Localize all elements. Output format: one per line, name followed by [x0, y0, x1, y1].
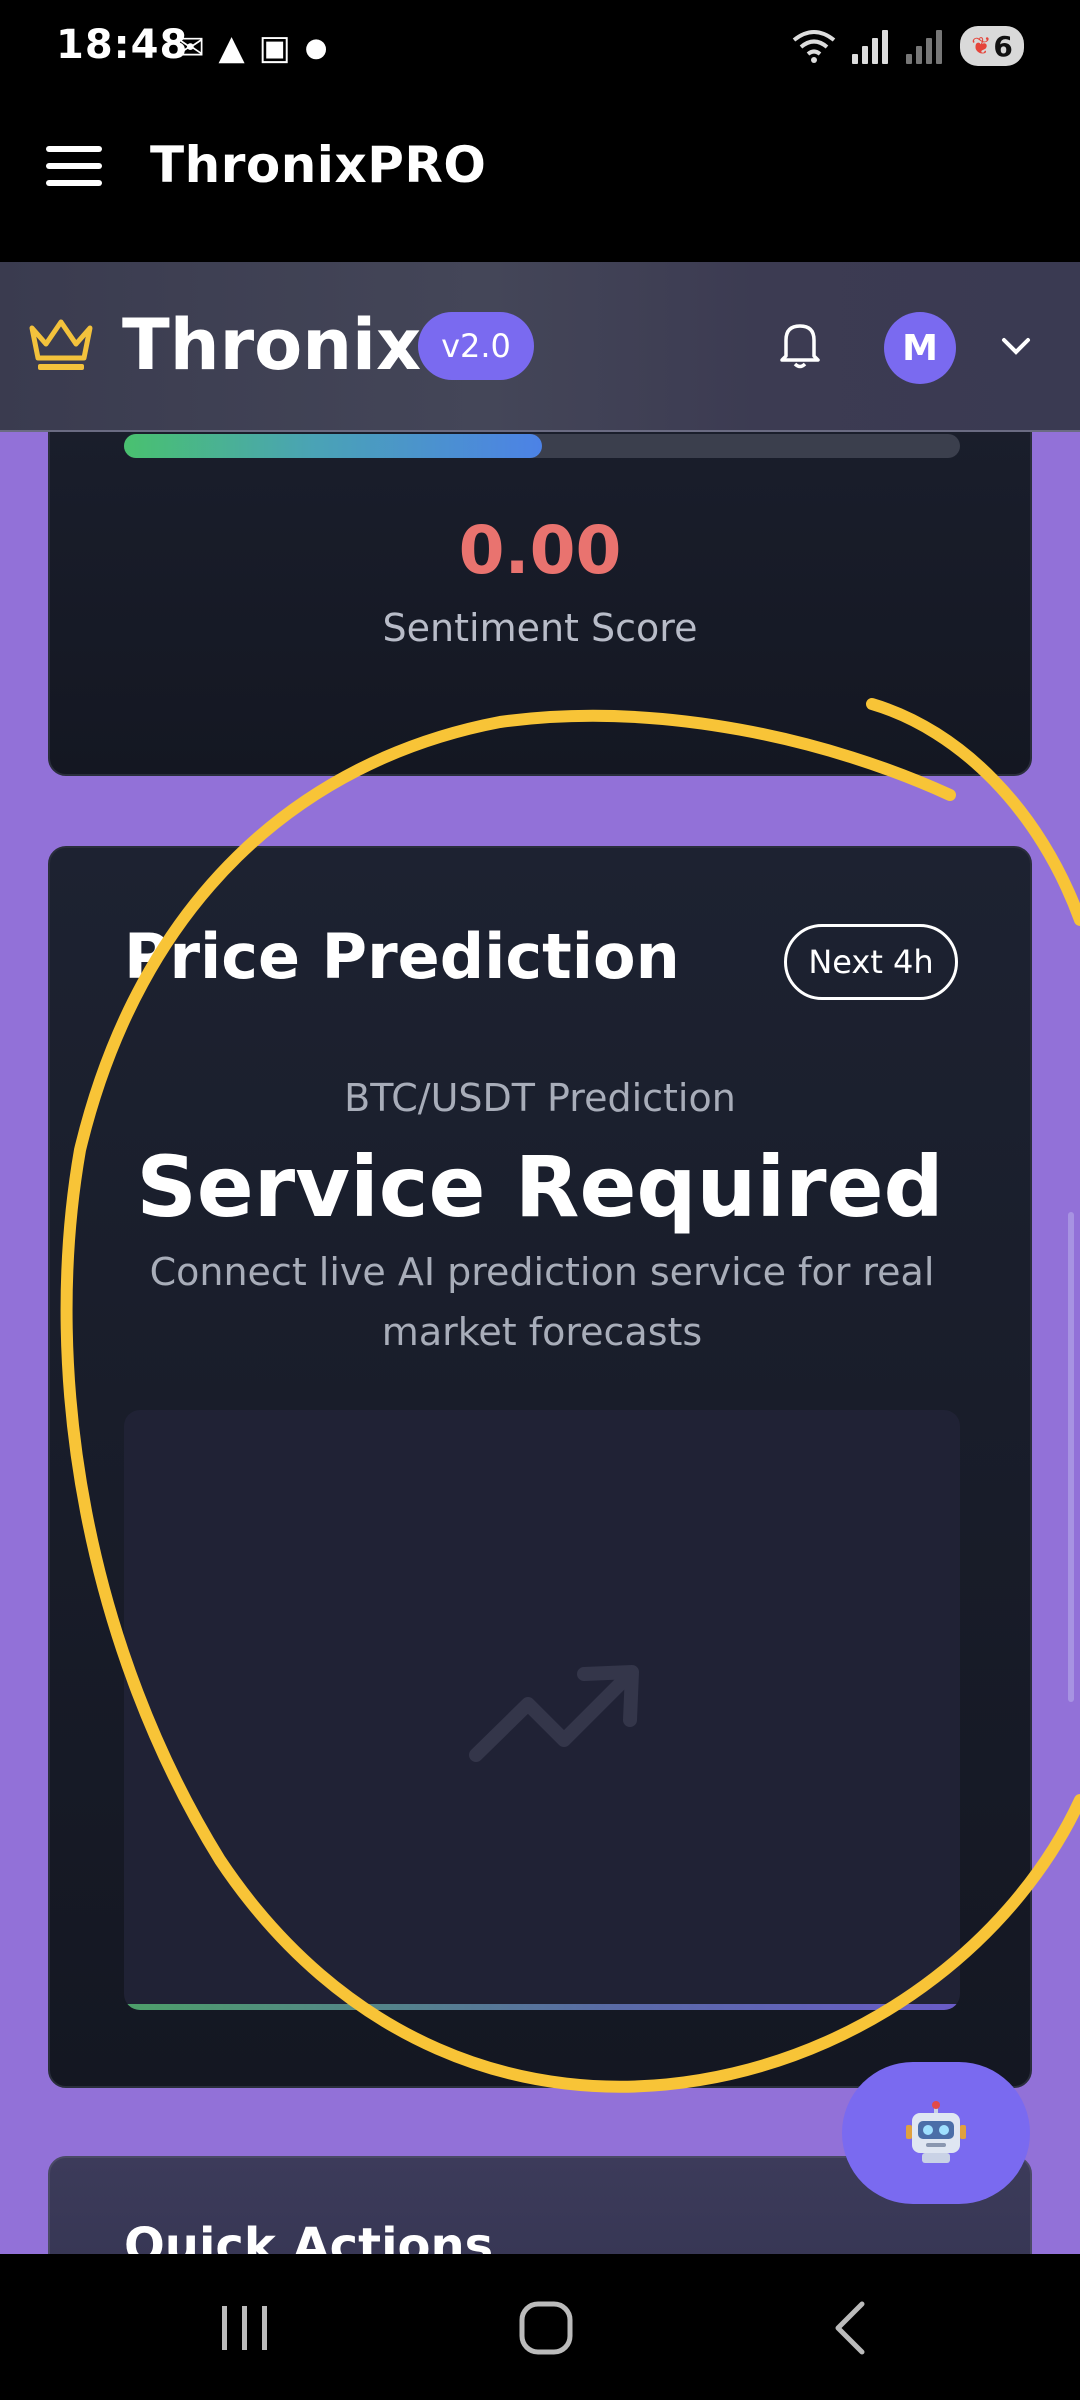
page-content[interactable]: Thronix v2.0 M 0.00 Sentiment Score Pric… — [0, 262, 1080, 2254]
wifi-icon — [792, 30, 836, 63]
battery-saver-icon: ❦ — [971, 32, 992, 60]
bell-icon[interactable] — [776, 318, 824, 370]
chevron-down-icon[interactable] — [998, 334, 1034, 358]
signal-icon-2 — [906, 28, 944, 64]
sentiment-score: 0.00 — [458, 512, 622, 589]
screenshot-icon: ▣ — [258, 28, 291, 68]
signal-icon — [852, 28, 890, 64]
dot-icon: ● — [304, 33, 328, 63]
status-time: 18:48 — [56, 22, 189, 68]
recent-apps-icon[interactable] — [204, 2296, 284, 2360]
scrollbar[interactable] — [1068, 1212, 1074, 1702]
version-badge: v2.0 — [418, 312, 534, 380]
avatar[interactable]: M — [884, 312, 956, 384]
dashboard-header: Thronix v2.0 M — [0, 262, 1080, 432]
prediction-description: Connect live AI prediction service for r… — [149, 1250, 935, 1354]
ai-assistant-button[interactable] — [842, 2062, 1030, 2204]
status-bar: 18:48 ✉ ▲ ▣ ● ❦ 6 — [0, 0, 1080, 96]
sentiment-progress-fill — [124, 434, 542, 458]
app-icon: ▲ — [218, 28, 245, 68]
back-icon[interactable] — [810, 2296, 890, 2360]
price-prediction-card: Price Prediction Next 4h BTC/USDT Predic… — [48, 846, 1032, 2088]
notification-icons: ✉ ▲ ▣ ● — [176, 28, 327, 68]
menu-icon[interactable] — [46, 146, 102, 186]
sentiment-score-label: Sentiment Score — [382, 606, 698, 650]
app-bar: ThronixPRO — [0, 96, 1080, 262]
gmail-icon: ✉ — [176, 28, 205, 68]
app-title: ThronixPRO — [150, 136, 487, 194]
prediction-status: Service Required — [136, 1138, 944, 1236]
system-navigation-bar — [0, 2254, 1080, 2400]
sentiment-progress-bar — [124, 434, 960, 458]
prediction-range-badge[interactable]: Next 4h — [784, 924, 958, 1000]
trending-up-icon — [469, 1665, 639, 1762]
system-icons: ❦ 6 — [792, 26, 1024, 66]
quick-actions-title: Quick Actions — [124, 2218, 494, 2254]
robot-icon — [906, 2101, 966, 2163]
prediction-pair: BTC/USDT Prediction — [344, 1076, 736, 1120]
battery-indicator: ❦ 6 — [960, 26, 1024, 66]
chart-accent-line — [124, 2004, 960, 2010]
crown-icon — [29, 319, 93, 370]
brand-name: Thronix — [122, 304, 422, 386]
battery-level: 6 — [993, 29, 1013, 63]
prediction-title: Price Prediction — [124, 920, 680, 993]
home-icon[interactable] — [506, 2296, 586, 2360]
prediction-chart-placeholder — [124, 1410, 960, 2010]
